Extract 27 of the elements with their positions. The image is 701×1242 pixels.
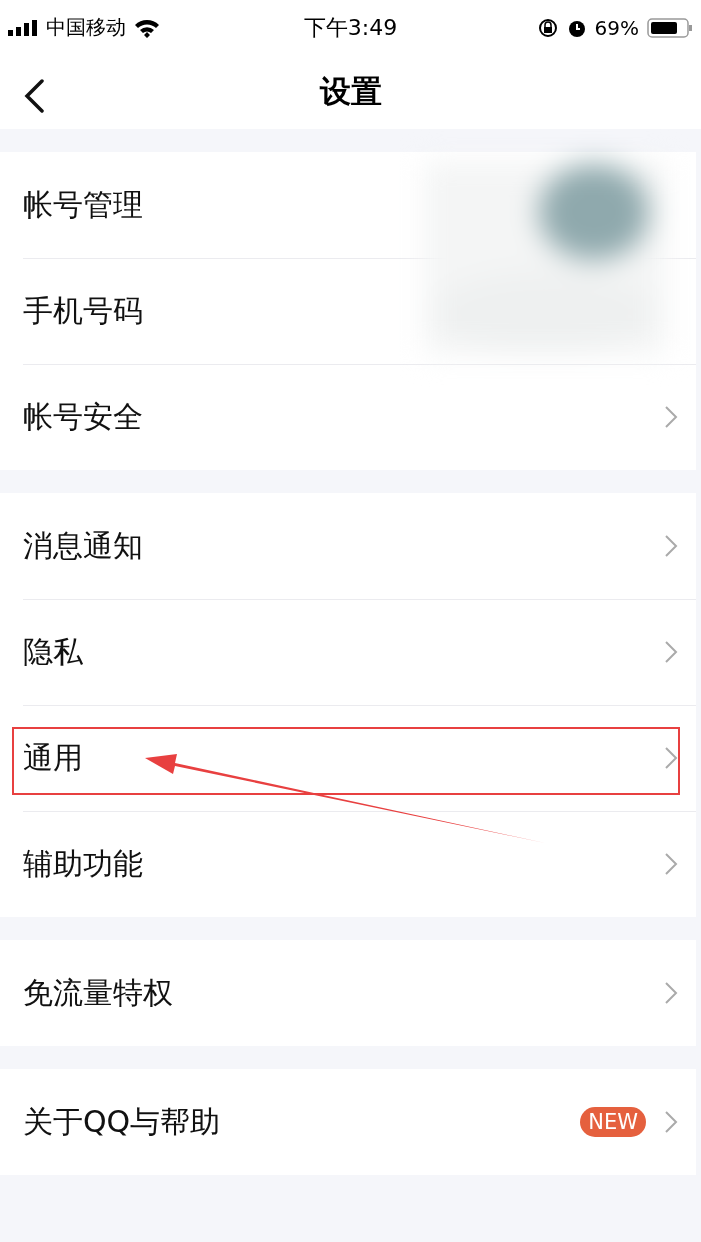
settings-row[interactable]: 隐私 — [0, 599, 696, 705]
signal-icon — [8, 19, 38, 36]
wifi-icon — [134, 17, 160, 38]
page-title: 设置 — [319, 72, 382, 111]
settings-row[interactable]: 消息通知 — [0, 493, 696, 599]
new-badge: NEW — [580, 1107, 646, 1137]
settings-row[interactable]: 帐号安全 — [0, 364, 696, 470]
battery-icon — [647, 16, 693, 39]
row-label: 帐号管理 — [23, 185, 144, 224]
settings-row[interactable]: 通用 — [0, 705, 696, 811]
row-label: 免流量特权 — [23, 973, 174, 1012]
row-label: 辅助功能 — [23, 844, 144, 883]
row-label: 通用 — [23, 738, 84, 777]
settings-row[interactable]: 免流量特权 — [0, 940, 696, 1046]
battery-percent: 69% — [594, 15, 639, 40]
settings-row[interactable]: 帐号管理 — [0, 152, 696, 258]
clock-time: 下午3:49 — [303, 13, 398, 42]
settings-row[interactable]: 手机号码 — [0, 258, 696, 364]
rotation-lock-icon — [536, 16, 559, 39]
carrier-name: 中国移动 — [46, 14, 126, 41]
settings-row[interactable]: 关于QQ与帮助 NEW — [0, 1069, 696, 1175]
settings-row[interactable]: 辅助功能 — [0, 811, 696, 917]
row-label: 隐私 — [23, 632, 84, 671]
row-label: 帐号安全 — [23, 397, 144, 436]
row-label: 消息通知 — [23, 526, 144, 565]
row-label: 关于QQ与帮助 — [23, 1102, 222, 1141]
row-label: 手机号码 — [23, 291, 144, 330]
